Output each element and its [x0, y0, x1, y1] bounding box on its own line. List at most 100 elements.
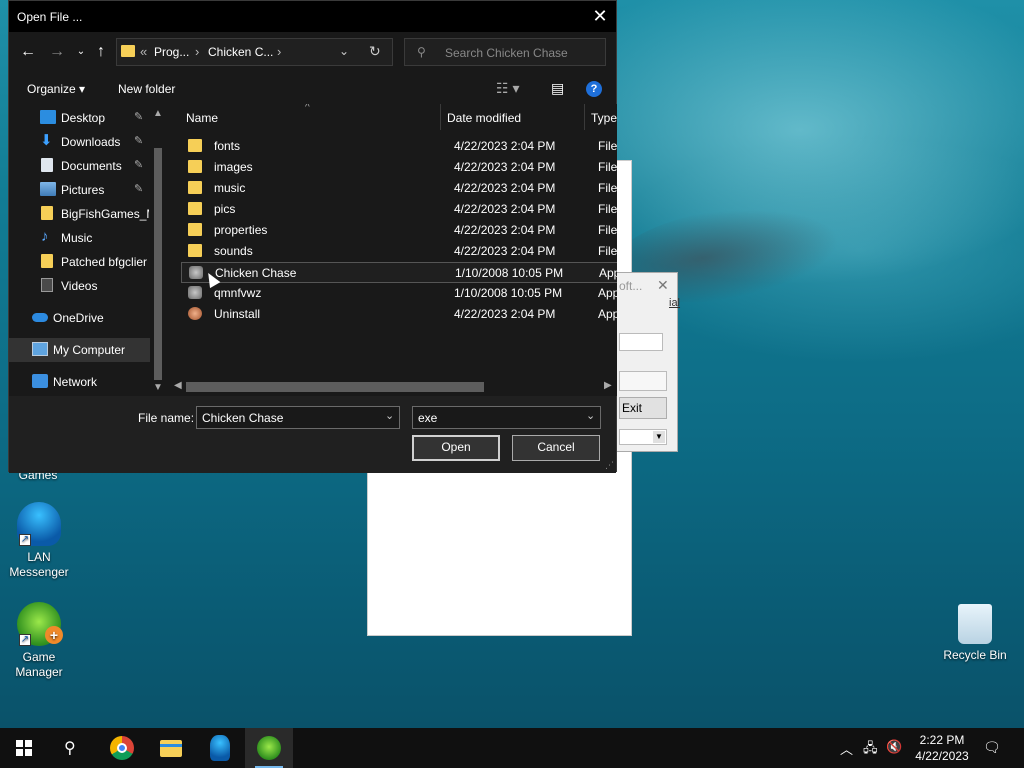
column-header-date[interactable]: Date modified: [447, 111, 521, 125]
volume-muted-icon[interactable]: 🔇: [886, 739, 902, 755]
nav-item-my-computer[interactable]: My Computer: [9, 338, 157, 362]
nav-item-downloads[interactable]: ⬇ Downloads ✎: [9, 130, 149, 154]
view-options-icon[interactable]: ☷ ▾: [496, 80, 519, 97]
new-folder-button[interactable]: New folder: [118, 82, 175, 96]
breadcrumb-item[interactable]: Chicken C...: [208, 45, 273, 59]
forward-arrow-icon[interactable]: →: [47, 42, 67, 62]
search-placeholder: Search Chicken Chase: [445, 46, 568, 60]
lan-messenger-icon: [210, 735, 230, 761]
chevron-down-icon[interactable]: ⌄: [586, 409, 595, 422]
scroll-up-icon[interactable]: ▲: [153, 108, 163, 119]
pin-icon[interactable]: ✎: [134, 134, 143, 147]
notification-icon[interactable]: 🗨: [983, 739, 1001, 756]
pin-icon[interactable]: ✎: [134, 158, 143, 171]
breadcrumb-overflow[interactable]: «: [140, 44, 147, 59]
file-name-input[interactable]: Chicken Chase: [196, 406, 400, 429]
file-row[interactable]: properties 4/22/2023 2:04 PM File fo: [181, 220, 617, 241]
chevron-down-icon: ▼: [653, 431, 665, 443]
chrome-icon: [110, 736, 134, 760]
windows-logo-icon: [16, 740, 32, 756]
nav-item-music[interactable]: ♪ Music: [9, 226, 149, 250]
close-icon[interactable]: ✕: [657, 277, 669, 294]
recent-locations-chevron-icon[interactable]: ⌄: [71, 42, 91, 62]
chevron-down-icon[interactable]: ⌄: [339, 44, 349, 58]
file-row[interactable]: sounds 4/22/2023 2:04 PM File fo: [181, 241, 617, 262]
dialog-titlebar[interactable]: Open File ... ✕: [9, 1, 616, 32]
background-dialog-input[interactable]: [619, 333, 663, 351]
file-row[interactable]: fonts 4/22/2023 2:04 PM File fo: [181, 136, 617, 157]
address-bar[interactable]: « Prog... › Chicken C... › ⌄ ↻: [116, 38, 393, 66]
nav-item-videos[interactable]: Videos: [9, 274, 149, 298]
up-arrow-icon[interactable]: ↑: [91, 42, 111, 62]
taskbar-lan-messenger[interactable]: [196, 728, 244, 768]
taskbar-chrome[interactable]: [98, 728, 146, 768]
help-icon[interactable]: ?: [586, 81, 602, 97]
nav-item-pictures[interactable]: Pictures ✎: [9, 178, 149, 202]
pin-icon[interactable]: ✎: [134, 182, 143, 195]
nav-item-patched-bfgclient[interactable]: Patched bfgclier: [9, 250, 149, 274]
file-type-filter[interactable]: exe: [412, 406, 601, 429]
pin-icon[interactable]: ✎: [134, 110, 143, 123]
taskbar-clock[interactable]: 2:22 PM 4/22/2023: [912, 732, 972, 764]
nav-item-desktop[interactable]: Desktop ✎: [9, 106, 149, 130]
close-button[interactable]: ✕: [584, 1, 616, 32]
nav-pane-scrollbar[interactable]: ▲ ▼: [150, 104, 165, 396]
desktop-icon-recycle-bin[interactable]: Recycle Bin: [935, 604, 1015, 663]
file-row[interactable]: Chicken Chase 1/10/2008 10:05 PM Appli: [181, 262, 617, 283]
file-row[interactable]: Uninstall 4/22/2023 2:04 PM Appli: [181, 304, 617, 325]
desktop-icon-label: Game Manager: [15, 650, 63, 679]
scrollbar-thumb[interactable]: [186, 382, 484, 392]
scroll-left-icon[interactable]: ◀: [174, 380, 182, 391]
background-dialog-link[interactable]: ial: [669, 297, 680, 309]
resize-grip-icon[interactable]: ⋰: [605, 460, 614, 471]
file-date: 4/22/2023 2:04 PM: [454, 160, 556, 174]
search-box[interactable]: ⚲ Search Chicken Chase: [404, 38, 606, 66]
file-date: 4/22/2023 2:04 PM: [454, 223, 556, 237]
taskbar-search-button[interactable]: ⚲: [48, 728, 96, 768]
organize-button[interactable]: Organize ▾: [27, 82, 85, 96]
cancel-button[interactable]: Cancel: [512, 435, 600, 461]
desktop-icon-lan-messenger[interactable]: ↗ LAN Messenger: [0, 502, 79, 580]
background-dialog-select[interactable]: ▼: [619, 429, 667, 445]
file-date: 4/22/2023 2:04 PM: [454, 202, 556, 216]
file-type: File fo: [598, 244, 617, 258]
breadcrumb-item[interactable]: Prog...: [154, 45, 189, 59]
file-type: File fo: [598, 202, 617, 216]
column-header-type[interactable]: Type: [591, 111, 617, 125]
desktop-icon-game-manager[interactable]: ↗ + Game Manager: [0, 602, 79, 680]
taskbar-game-manager[interactable]: [245, 728, 293, 768]
nav-item-documents[interactable]: Documents ✎: [9, 154, 149, 178]
column-divider[interactable]: [440, 104, 441, 130]
scroll-down-icon[interactable]: ▼: [153, 382, 163, 393]
nav-item-label: Network: [53, 375, 98, 389]
column-header-name[interactable]: Name: [186, 111, 218, 125]
file-row[interactable]: music 4/22/2023 2:04 PM File fo: [181, 178, 617, 199]
chevron-down-icon[interactable]: ⌄: [385, 409, 394, 422]
file-row[interactable]: images 4/22/2023 2:04 PM File fo: [181, 157, 617, 178]
file-row[interactable]: pics 4/22/2023 2:04 PM File fo: [181, 199, 617, 220]
breadcrumb-separator[interactable]: ›: [277, 44, 281, 59]
network-icon[interactable]: 🖧: [863, 739, 878, 761]
file-name: qmnfvwz: [214, 286, 262, 300]
nav-item-network[interactable]: Network: [9, 370, 149, 394]
refresh-icon[interactable]: ↻: [369, 43, 381, 60]
background-dialog-input[interactable]: [619, 371, 667, 391]
clock-time: 2:22 PM: [919, 733, 965, 747]
nav-item-label: Desktop: [61, 111, 106, 125]
back-arrow-icon[interactable]: ←: [18, 42, 38, 62]
nav-item-onedrive[interactable]: OneDrive: [9, 306, 149, 330]
preview-pane-icon[interactable]: ▤: [551, 80, 564, 97]
breadcrumb-separator[interactable]: ›: [195, 44, 199, 59]
scrollbar-thumb[interactable]: [154, 148, 162, 380]
open-button[interactable]: Open: [412, 435, 500, 461]
file-type: File fo: [598, 223, 617, 237]
scroll-right-icon[interactable]: ▶: [604, 380, 612, 391]
taskbar-file-explorer[interactable]: [147, 728, 195, 768]
column-divider[interactable]: [584, 104, 585, 130]
exit-button[interactable]: Exit: [619, 397, 667, 419]
file-row[interactable]: qmnfvwz 1/10/2008 10:05 PM Appli: [181, 283, 617, 304]
nav-item-bigfishgames[interactable]: BigFishGames_M: [9, 202, 149, 226]
file-list-horizontal-scrollbar[interactable]: ◀ ▶: [170, 379, 617, 395]
chevron-up-icon[interactable]: ︿: [840, 739, 853, 758]
start-button[interactable]: [0, 728, 48, 768]
